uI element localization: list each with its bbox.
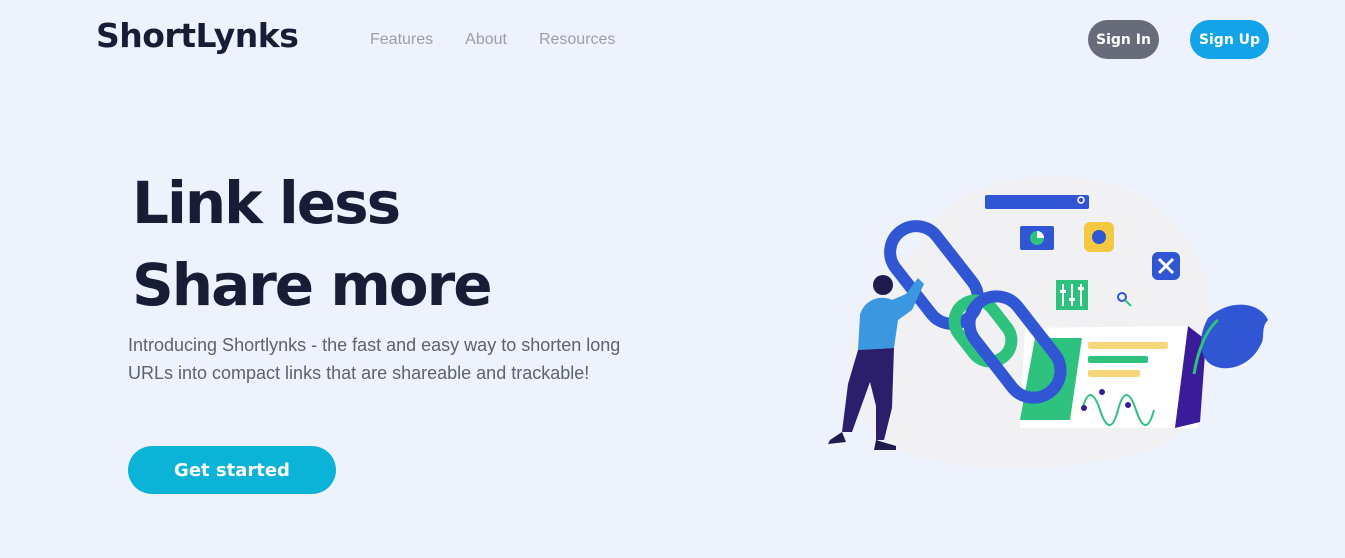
hero-description: Introducing Shortlynks - the fast and ea… [128,335,621,383]
nav-about[interactable]: About [465,31,507,49]
hero-title-line-2: Share more [132,251,493,319]
panel-bar-3 [1088,370,1140,377]
hero-illustration [828,176,1268,468]
search-bar-graphic [985,195,1089,209]
panel-bar-1 [1088,342,1168,349]
main-nav: Features About Resources [370,31,615,49]
panel-bar-2 [1088,356,1148,363]
gear-icon [1092,230,1106,244]
nav-features[interactable]: Features [370,31,433,49]
sign-up-button[interactable]: Sign Up [1190,20,1269,59]
brand-logo[interactable]: ShortLynks [96,16,299,55]
get-started-button[interactable]: Get started [128,446,336,494]
sign-in-button[interactable]: Sign In [1088,20,1159,59]
hero-title-line-1: Link less [132,169,401,237]
nav-resources[interactable]: Resources [539,31,615,49]
